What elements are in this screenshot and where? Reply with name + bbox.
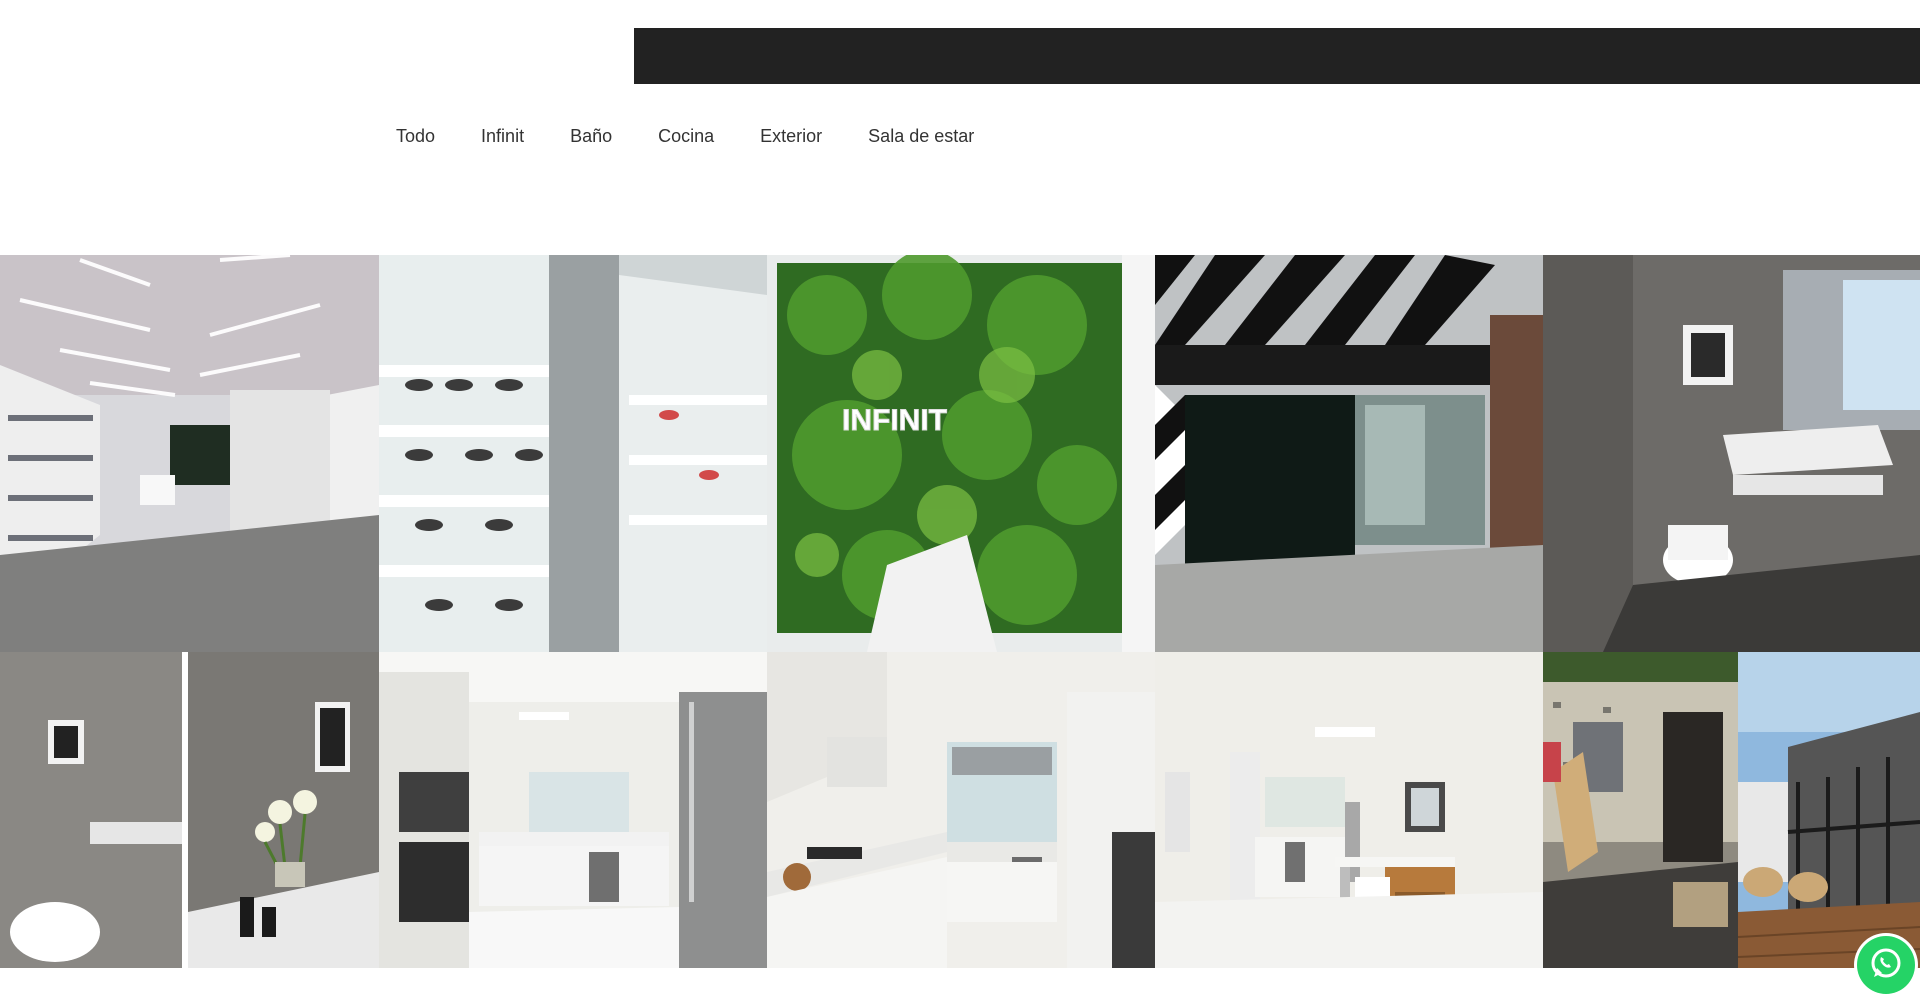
gallery-tile-sunglasses[interactable] bbox=[379, 255, 767, 652]
storefront-image bbox=[1155, 255, 1543, 652]
store-aisle-image bbox=[0, 255, 379, 652]
gallery-tile-kitchen-fridge[interactable] bbox=[379, 652, 767, 968]
kitchen-cooktop-image bbox=[767, 652, 1155, 968]
filter-sala-de-estar[interactable]: Sala de estar bbox=[868, 122, 974, 150]
infinit-logo-sign: INFINIT bbox=[842, 404, 947, 437]
sunglasses-shelves-image bbox=[379, 255, 767, 652]
filter-bano[interactable]: Baño bbox=[570, 122, 612, 150]
exterior-construction-image bbox=[1543, 652, 1738, 968]
gallery-tile-exterior-construction[interactable] bbox=[1543, 652, 1738, 968]
gallery-tile-kitchen-cooktop[interactable] bbox=[767, 652, 1155, 968]
kitchen-dining-image bbox=[1155, 652, 1543, 968]
whatsapp-button[interactable] bbox=[1857, 936, 1915, 994]
filter-infinit[interactable]: Infinit bbox=[481, 122, 524, 150]
green-wall-image: INFINIT bbox=[767, 255, 1155, 652]
bathroom-vanity-image bbox=[1543, 255, 1920, 652]
filter-cocina[interactable]: Cocina bbox=[658, 122, 714, 150]
kitchen-fridge-image bbox=[379, 652, 767, 968]
portfolio-filter-nav: Todo Infinit Baño Cocina Exterior Sala d… bbox=[396, 122, 1020, 150]
gallery-tile-exterior-terrace[interactable] bbox=[1738, 652, 1920, 968]
whatsapp-icon bbox=[1871, 948, 1901, 978]
header-bar bbox=[634, 28, 1920, 84]
gallery-tile-storefront[interactable] bbox=[1155, 255, 1543, 652]
gallery-tile-green-wall[interactable]: INFINIT bbox=[767, 255, 1155, 652]
bathroom-mirror-image bbox=[0, 652, 379, 968]
exterior-terrace-image bbox=[1738, 652, 1920, 968]
gallery-tile-bathroom-mirror[interactable] bbox=[0, 652, 379, 968]
gallery-tile-kitchen-dining[interactable] bbox=[1155, 652, 1543, 968]
filter-todo[interactable]: Todo bbox=[396, 122, 435, 150]
gallery-tile-bathroom[interactable] bbox=[1543, 255, 1920, 652]
gallery-tile-store-aisle[interactable] bbox=[0, 255, 379, 652]
filter-exterior[interactable]: Exterior bbox=[760, 122, 822, 150]
portfolio-gallery: INFINIT bbox=[0, 255, 1920, 968]
